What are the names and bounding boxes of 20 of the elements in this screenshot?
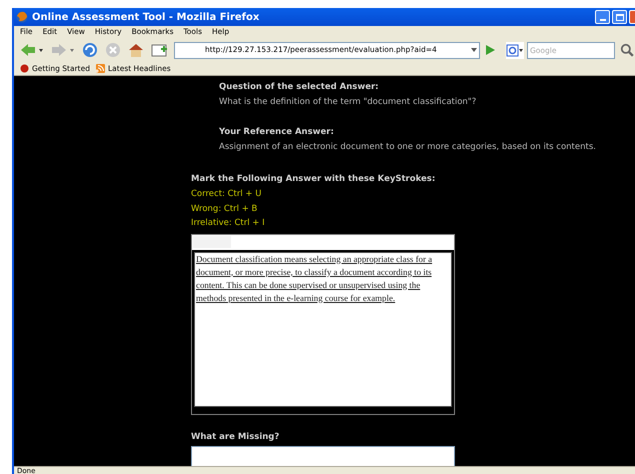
keystrokes-label: Mark the Following Answer with these KeyStrokes: — [191, 174, 436, 186]
keystroke-hint: Irrelative: Ctrl + I — [191, 218, 266, 230]
rss-feed-icon — [96, 64, 105, 73]
question-label: Question of the selected Answer: — [219, 82, 380, 94]
answer-editor[interactable] — [191, 234, 455, 414]
maximize-button[interactable] — [612, 10, 627, 24]
answer-text: Document classification means selecting an appropriate class for a document, or more precise, to classify a document according to its content. This can be done supervised or unsupervised using the methods presented in the e-learning course for example. — [196, 254, 432, 302]
keystroke-hint: Correct: Ctrl + U — [191, 189, 262, 201]
keystroke-hint: Wrong: Ctrl + B — [191, 204, 258, 216]
search-engine-icon[interactable] — [506, 42, 524, 58]
missing-label: What are Missing? — [191, 432, 280, 444]
search-icon[interactable] — [620, 43, 634, 57]
reference-text: Assignment of an electronic document to one or more categories, based on its contents. — [219, 142, 597, 153]
dropdown-arrow-icon[interactable] — [469, 46, 479, 54]
window-title: Online Assessment Tool - Mozilla Firefox — [32, 10, 260, 24]
reload-button[interactable] — [80, 40, 100, 60]
reference-label: Your Reference Answer: — [219, 127, 335, 139]
question-text: What is the definition of the term "document classification"? — [219, 97, 478, 108]
circle-icon — [20, 64, 29, 73]
minimize-button[interactable] — [595, 10, 610, 24]
